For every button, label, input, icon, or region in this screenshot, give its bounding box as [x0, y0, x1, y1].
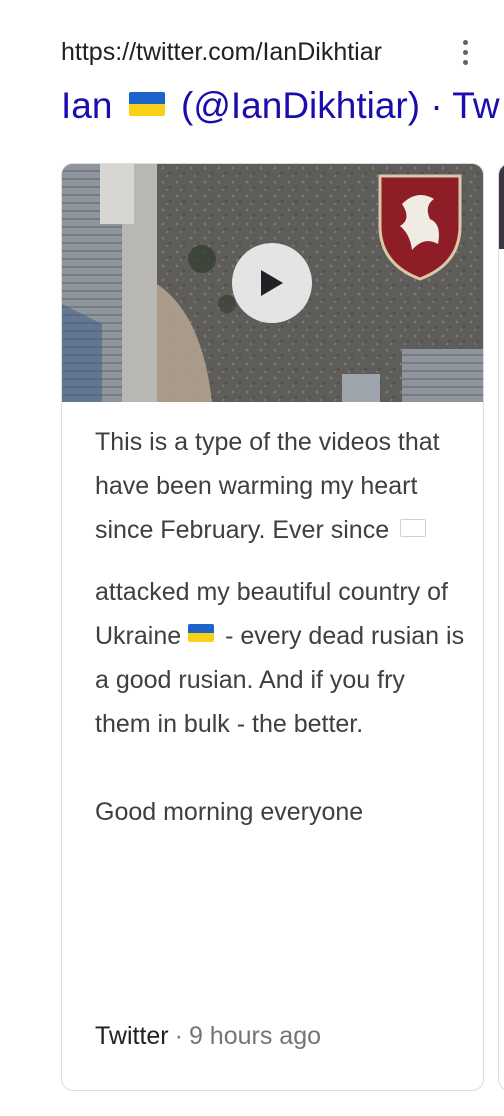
dot [462, 39, 468, 45]
timestamp: 9 hours ago [188, 1022, 321, 1050]
footer-separator: · [174, 1022, 183, 1050]
play-button[interactable] [232, 243, 312, 323]
tweet-text: This is a type of the videos that have b… [95, 420, 465, 834]
russia-flag-icon [400, 519, 426, 537]
result-title-link[interactable]: Ian (@IanDikhtiar) · Tw [61, 84, 500, 128]
search-result-page: https://twitter.com/IanDikhtiar Ian (@Ia… [0, 0, 504, 1116]
title-prefix: Ian [61, 85, 113, 126]
dot [462, 59, 468, 65]
card-footer: Twitter · 9 hours ago [95, 1016, 321, 1056]
next-tweet-card[interactable] [498, 163, 504, 1091]
video-thumbnail[interactable] [62, 164, 483, 402]
next-card-thumbnail [499, 164, 504, 249]
tweet-paragraph-2: Good morning everyone [95, 798, 364, 826]
more-options-icon[interactable] [450, 36, 480, 68]
title-main: (@IanDikhtiar) · Tw [181, 85, 500, 126]
result-url[interactable]: https://twitter.com/IanDikhtiar [61, 36, 461, 68]
ukraine-flag-icon [188, 624, 215, 643]
play-icon [261, 270, 283, 296]
source-label: Twitter [95, 1022, 169, 1050]
ukraine-flag-icon [128, 92, 165, 117]
tweet-text-part1: This is a type of the videos that have b… [95, 428, 440, 544]
dot [462, 49, 468, 55]
tweet-card[interactable]: This is a type of the videos that have b… [61, 163, 484, 1091]
tweet-paragraph: This is a type of the videos that have b… [95, 420, 465, 552]
